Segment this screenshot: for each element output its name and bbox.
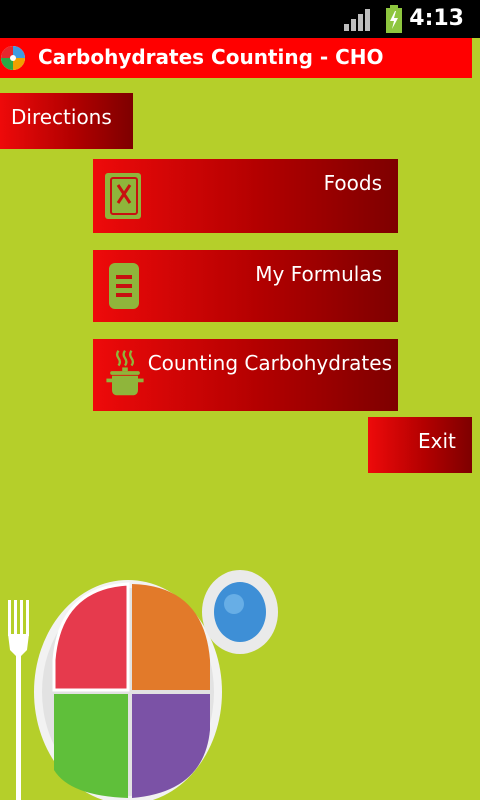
clock: 4:13 bbox=[409, 6, 464, 31]
my-formulas-button[interactable]: My Formulas bbox=[93, 250, 398, 322]
recipe-book-icon bbox=[105, 173, 141, 219]
cup-icon bbox=[202, 570, 278, 654]
signal-bars-icon bbox=[344, 9, 370, 31]
exit-button[interactable]: Exit bbox=[368, 417, 472, 473]
battery-charging-icon bbox=[386, 5, 402, 33]
notes-icon bbox=[109, 263, 139, 309]
app-logo-icon bbox=[1, 46, 25, 70]
app-title-bar: Carbohydrates Counting - CHO bbox=[0, 38, 472, 78]
exit-label: Exit bbox=[418, 429, 456, 453]
counting-carbohydrates-label: Counting Carbohydrates bbox=[147, 351, 392, 375]
foods-label: Foods bbox=[323, 171, 382, 195]
directions-label: Directions bbox=[11, 105, 112, 129]
my-formulas-label: My Formulas bbox=[255, 262, 382, 286]
directions-button[interactable]: Directions bbox=[0, 93, 133, 149]
cooking-pot-icon bbox=[106, 350, 144, 396]
fork-icon bbox=[8, 600, 29, 800]
plate-icon bbox=[34, 580, 222, 800]
counting-carbohydrates-button[interactable]: Counting Carbohydrates bbox=[93, 339, 398, 411]
status-bar: 4:13 bbox=[0, 0, 480, 38]
myplate-illustration bbox=[8, 570, 278, 800]
foods-button[interactable]: Foods bbox=[93, 159, 398, 233]
app-title: Carbohydrates Counting - CHO bbox=[38, 45, 384, 69]
